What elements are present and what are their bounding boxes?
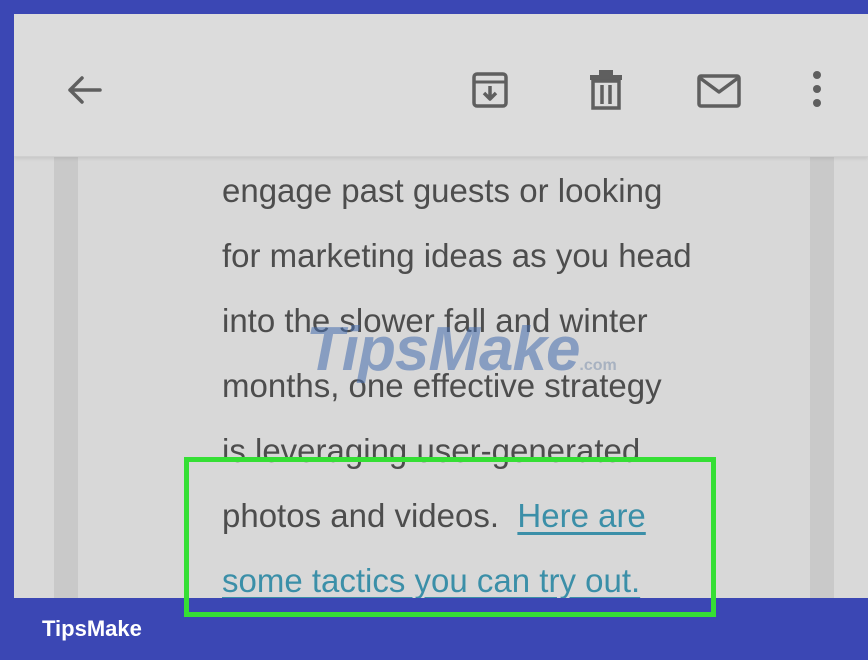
email-toolbar xyxy=(14,14,868,157)
brand-name: TipsMake xyxy=(42,616,142,641)
content-right-gutter xyxy=(810,156,834,598)
watermark-text: TipsMake xyxy=(306,315,580,384)
link-highlight-box xyxy=(184,457,716,617)
archive-icon[interactable] xyxy=(470,70,510,110)
content-left-gutter xyxy=(54,156,78,598)
body-line: for marketing ideas as you head xyxy=(222,237,692,274)
body-line: engage past guests or looking xyxy=(222,172,663,209)
more-vert-icon[interactable] xyxy=(810,68,824,110)
trash-icon[interactable] xyxy=(586,67,626,111)
watermark-suffix: .com xyxy=(579,357,617,374)
tipsmake-watermark: TipsMake.com xyxy=(306,314,617,385)
back-arrow-icon[interactable] xyxy=(64,70,104,110)
mail-icon[interactable] xyxy=(696,73,742,109)
